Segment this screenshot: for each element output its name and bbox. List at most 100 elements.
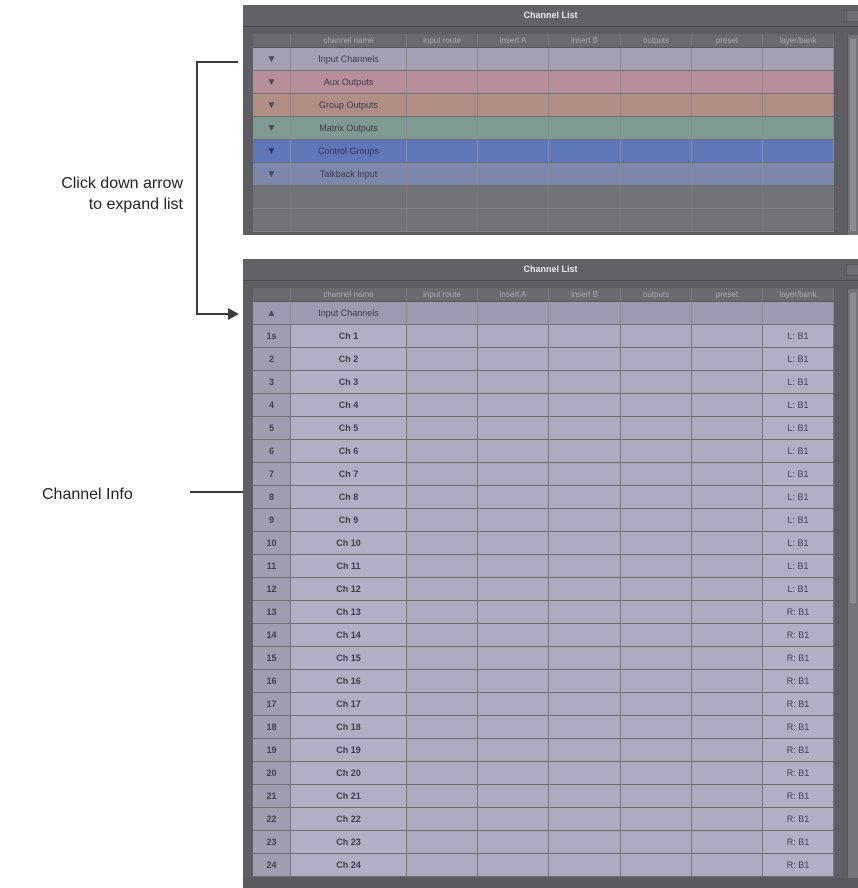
channel-cell[interactable]: [621, 739, 692, 761]
channel-cell[interactable]: [478, 624, 549, 646]
channel-cell[interactable]: [621, 831, 692, 853]
channel-cell[interactable]: [478, 325, 549, 347]
channel-cell[interactable]: [407, 785, 478, 807]
layer-bank[interactable]: L: B1: [763, 394, 834, 416]
header-layer-bank[interactable]: layer/bank: [763, 288, 834, 301]
channel-cell[interactable]: [407, 762, 478, 784]
group-row-matrix-outputs[interactable]: ▼ Matrix Outputs: [253, 117, 834, 140]
channel-cell[interactable]: [621, 532, 692, 554]
channel-number[interactable]: 10: [253, 532, 291, 554]
channel-cell[interactable]: [692, 532, 763, 554]
channel-cell[interactable]: [692, 670, 763, 692]
channel-cell[interactable]: [478, 854, 549, 876]
channel-cell[interactable]: [478, 785, 549, 807]
channel-name[interactable]: Ch 4: [291, 394, 407, 416]
layer-bank[interactable]: L: B1: [763, 486, 834, 508]
channel-name[interactable]: Ch 16: [291, 670, 407, 692]
channel-cell[interactable]: [549, 785, 621, 807]
layer-bank[interactable]: R: B1: [763, 693, 834, 715]
channel-cell[interactable]: [621, 808, 692, 830]
channel-cell[interactable]: [549, 693, 621, 715]
channel-cell[interactable]: [478, 532, 549, 554]
channel-cell[interactable]: [621, 762, 692, 784]
channel-cell[interactable]: [621, 417, 692, 439]
channel-cell[interactable]: [407, 716, 478, 738]
channel-row[interactable]: 23 Ch 23 R: B1: [253, 831, 834, 854]
channel-cell[interactable]: [692, 739, 763, 761]
channel-number[interactable]: 21: [253, 785, 291, 807]
channel-number[interactable]: 23: [253, 831, 291, 853]
channel-cell[interactable]: [549, 854, 621, 876]
channel-row[interactable]: 17 Ch 17 R: B1: [253, 693, 834, 716]
scroll-thumb[interactable]: [850, 293, 856, 603]
channel-cell[interactable]: [407, 831, 478, 853]
channel-cell[interactable]: [549, 394, 621, 416]
header-input-route[interactable]: input route: [407, 34, 478, 47]
channel-cell[interactable]: [692, 509, 763, 531]
channel-row[interactable]: 9 Ch 9 L: B1: [253, 509, 834, 532]
header-channel-name[interactable]: channel name: [291, 288, 407, 301]
layer-bank[interactable]: L: B1: [763, 348, 834, 370]
channel-cell[interactable]: [478, 739, 549, 761]
channel-number[interactable]: 4: [253, 394, 291, 416]
channel-cell[interactable]: [407, 440, 478, 462]
channel-cell[interactable]: [407, 348, 478, 370]
channel-cell[interactable]: [478, 394, 549, 416]
header-outputs[interactable]: outputs: [621, 288, 692, 301]
header-insert-a[interactable]: insert A: [478, 288, 549, 301]
channel-cell[interactable]: [478, 578, 549, 600]
channel-cell[interactable]: [407, 624, 478, 646]
channel-cell[interactable]: [478, 486, 549, 508]
channel-number[interactable]: 1s: [253, 325, 291, 347]
channel-row[interactable]: 12 Ch 12 L: B1: [253, 578, 834, 601]
channel-cell[interactable]: [407, 509, 478, 531]
down-triangle-icon[interactable]: ▼: [253, 140, 291, 162]
channel-cell[interactable]: [478, 716, 549, 738]
channel-cell[interactable]: [621, 716, 692, 738]
channel-cell[interactable]: [692, 486, 763, 508]
channel-row[interactable]: 1s Ch 1 L: B1: [253, 325, 834, 348]
channel-name[interactable]: Ch 7: [291, 463, 407, 485]
channel-cell[interactable]: [478, 463, 549, 485]
channel-cell[interactable]: [621, 647, 692, 669]
channel-cell[interactable]: [549, 624, 621, 646]
channel-cell[interactable]: [549, 831, 621, 853]
channel-cell[interactable]: [621, 509, 692, 531]
header-input-route[interactable]: input route: [407, 288, 478, 301]
layer-bank[interactable]: L: B1: [763, 509, 834, 531]
channel-name[interactable]: Ch 10: [291, 532, 407, 554]
channel-name[interactable]: Ch 5: [291, 417, 407, 439]
channel-row[interactable]: 16 Ch 16 R: B1: [253, 670, 834, 693]
group-row-talkback-input[interactable]: ▼ Talkback Input: [253, 163, 834, 186]
channel-cell[interactable]: [692, 693, 763, 715]
channel-cell[interactable]: [621, 578, 692, 600]
channel-cell[interactable]: [407, 670, 478, 692]
channel-cell[interactable]: [478, 417, 549, 439]
vertical-scrollbar[interactable]: [847, 289, 858, 888]
channel-cell[interactable]: [692, 394, 763, 416]
channel-cell[interactable]: [621, 854, 692, 876]
channel-cell[interactable]: [621, 371, 692, 393]
channel-number[interactable]: 8: [253, 486, 291, 508]
channel-cell[interactable]: [692, 854, 763, 876]
channel-row[interactable]: 8 Ch 8 L: B1: [253, 486, 834, 509]
channel-cell[interactable]: [549, 601, 621, 623]
channel-name[interactable]: Ch 24: [291, 854, 407, 876]
channel-number[interactable]: 15: [253, 647, 291, 669]
channel-number[interactable]: 13: [253, 601, 291, 623]
channel-cell[interactable]: [407, 325, 478, 347]
channel-row[interactable]: 15 Ch 15 R: B1: [253, 647, 834, 670]
channel-cell[interactable]: [549, 532, 621, 554]
channel-cell[interactable]: [549, 670, 621, 692]
channel-cell[interactable]: [621, 486, 692, 508]
channel-row[interactable]: 22 Ch 22 R: B1: [253, 808, 834, 831]
channel-cell[interactable]: [692, 325, 763, 347]
channel-cell[interactable]: [478, 601, 549, 623]
channel-cell[interactable]: [549, 417, 621, 439]
channel-cell[interactable]: [692, 463, 763, 485]
channel-cell[interactable]: [621, 394, 692, 416]
layer-bank[interactable]: L: B1: [763, 578, 834, 600]
channel-number[interactable]: 9: [253, 509, 291, 531]
channel-cell[interactable]: [692, 417, 763, 439]
channel-cell[interactable]: [407, 463, 478, 485]
